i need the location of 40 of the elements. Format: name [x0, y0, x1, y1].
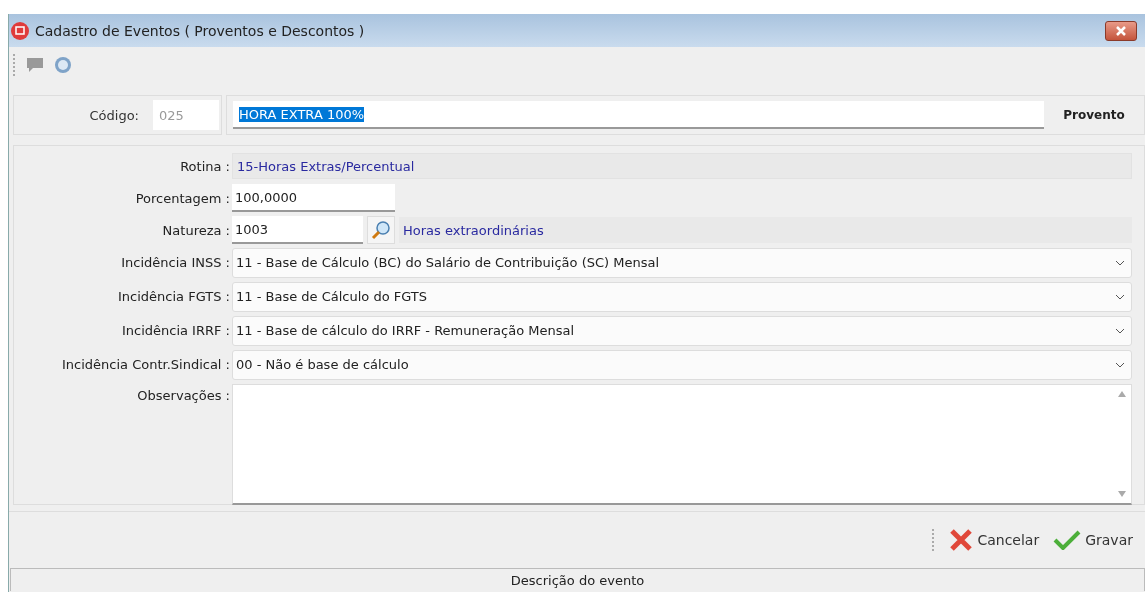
cancel-button[interactable]: Cancelar [947, 526, 1042, 554]
notes-textarea[interactable] [232, 383, 1132, 505]
help-button[interactable] [52, 54, 74, 76]
search-icon [371, 220, 391, 240]
routine-field: 15-Horas Extras/Percentual [232, 153, 1132, 179]
input-field[interactable]: 1003 [232, 216, 363, 244]
field-label: Observações : [136, 386, 231, 403]
description-field[interactable]: HORA EXTRA 100% [233, 101, 1044, 129]
checkmark-icon [1053, 530, 1082, 550]
code-label: Código: [89, 107, 139, 123]
speech-bubble-icon [26, 57, 44, 73]
field-label: Incidência INSS : [120, 255, 231, 271]
window-title: Cadastro de Eventos ( Proventos e Descontos ) [35, 22, 366, 39]
chevron-down-icon [1115, 361, 1125, 368]
dropdown[interactable]: 00 - Não é base de cálculo [232, 349, 1132, 380]
field-label: Incidência FGTS : [117, 289, 231, 305]
dropdown[interactable]: 11 - Base de cálculo do IRRF - Remuneração Mensal [232, 315, 1132, 346]
chevron-down-icon [1115, 293, 1125, 300]
event-type: Provento [1062, 108, 1126, 122]
save-button[interactable]: Gravar [1051, 528, 1135, 552]
chevron-down-icon [1115, 327, 1125, 334]
field-label: Incidência IRRF : [120, 323, 231, 339]
field-label: Natureza : [161, 222, 231, 238]
app-icon [11, 21, 29, 40]
field-label: Porcentagem : [134, 190, 231, 206]
search-button[interactable] [367, 216, 395, 244]
dropdown[interactable]: 11 - Base de Cálculo do FGTS [232, 281, 1132, 312]
field-label: Rotina : [179, 158, 231, 174]
close-icon [1115, 25, 1127, 36]
tab[interactable]: Descrição do evento [10, 568, 1145, 591]
input-field[interactable]: 100,0000 [232, 184, 395, 212]
scroll-down-icon [1118, 490, 1126, 497]
chevron-down-icon [1115, 259, 1125, 266]
scroll-up-icon [1118, 390, 1126, 397]
cross-icon [949, 528, 974, 552]
dropdown[interactable]: 11 - Base de Cálculo (BC) do Salário de Contribuição (SC) Mensal [232, 247, 1132, 278]
help-icon [54, 56, 72, 74]
field-label: Incidência Contr.Sindical : [60, 357, 231, 373]
nature-description: Horas extraordinárias [399, 217, 1132, 243]
close-button[interactable] [1105, 20, 1137, 41]
